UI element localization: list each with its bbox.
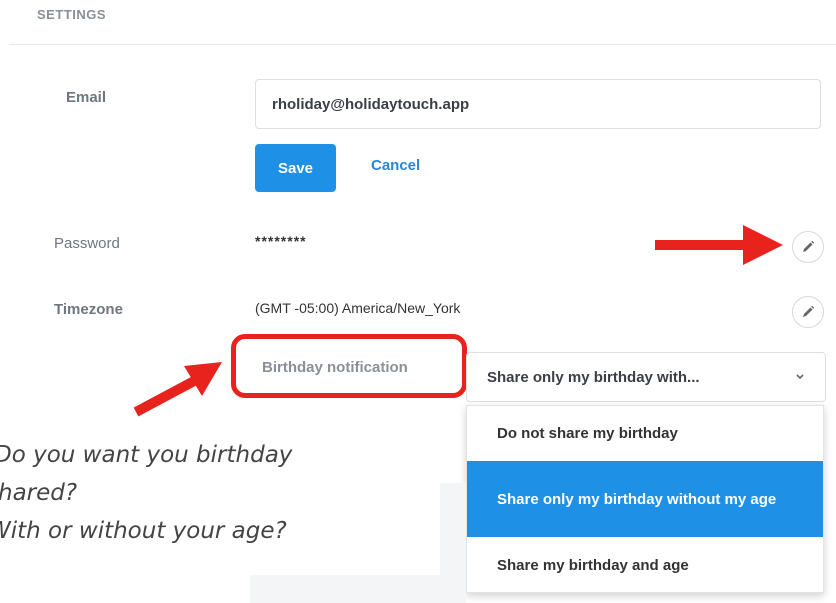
- birthday-label: Birthday notification: [262, 359, 408, 376]
- birthday-selected-value: Share only my birthday with...: [487, 368, 700, 386]
- annotation-line: With or without your age?: [0, 518, 287, 544]
- pencil-icon: [803, 305, 815, 317]
- password-value: ********: [255, 233, 307, 249]
- annotation-line: hared?: [0, 480, 78, 506]
- dropdown-option-selected[interactable]: Share only my birthday without my age: [467, 461, 823, 537]
- edit-password-button[interactable]: [792, 231, 824, 263]
- timezone-value: (GMT -05:00) America/New_York: [255, 300, 461, 316]
- red-arrow-diagonal: [133, 362, 222, 417]
- annotation-line: Do you want you birthday: [0, 442, 293, 468]
- red-arrow-right: [655, 225, 783, 265]
- edit-timezone-button[interactable]: [792, 296, 824, 328]
- chevron-down-icon: [796, 374, 804, 380]
- pencil-icon: [803, 240, 815, 252]
- save-button[interactable]: Save: [255, 144, 336, 192]
- timezone-label: Timezone: [54, 301, 123, 318]
- birthday-dropdown-menu: Do not share my birthday Share only my b…: [466, 405, 824, 593]
- email-label: Email: [66, 89, 107, 106]
- header-divider: [9, 44, 836, 45]
- background-panel: [250, 575, 466, 603]
- dropdown-option[interactable]: Do not share my birthday: [467, 406, 823, 461]
- email-field[interactable]: [255, 79, 821, 129]
- cancel-link[interactable]: Cancel: [371, 157, 420, 174]
- settings-header: SETTINGS: [37, 7, 107, 22]
- dropdown-option[interactable]: Share my birthday and age: [467, 537, 823, 593]
- birthday-share-select[interactable]: Share only my birthday with...: [466, 352, 826, 402]
- password-label: Password: [54, 235, 120, 252]
